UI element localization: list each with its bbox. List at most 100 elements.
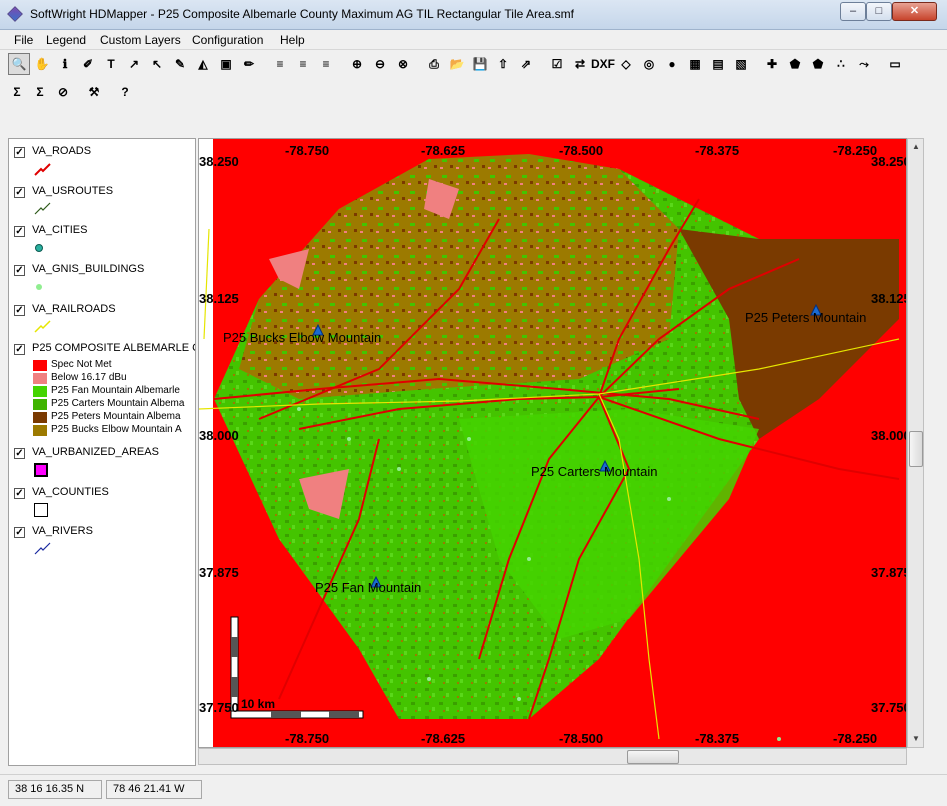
draw-region-icon[interactable]: ▣ [215, 53, 237, 75]
class-label: P25 Peters Mountain Albema [51, 411, 181, 422]
road-line-icon [34, 163, 51, 176]
layer-label: VA_URBANIZED_AREAS [32, 446, 159, 458]
checklist-icon[interactable]: ☑ [546, 53, 568, 75]
status-bar: 38 16 16.35 N 78 46 21.41 W [0, 774, 947, 806]
color-swatch [33, 412, 47, 423]
export-arrow-icon[interactable]: ⇗ [515, 53, 537, 75]
site-label-bucks-elbow[interactable]: P25 Bucks Elbow Mountain [223, 330, 381, 345]
class-label: P25 Fan Mountain Albemarle [51, 385, 180, 396]
open-folder-icon[interactable]: 📂 [446, 53, 468, 75]
lat-label-left: 38.000 [199, 428, 239, 443]
select-arrow-icon[interactable]: ↖ [146, 53, 168, 75]
scale-bar-label: 10 km [241, 697, 276, 711]
layer-stack-icon[interactable]: ⬟ [784, 53, 806, 75]
display-icon[interactable]: ▤ [707, 53, 729, 75]
layer-stack-alt-icon[interactable]: ⬟ [807, 53, 829, 75]
sum-edit-icon[interactable]: Σ [29, 81, 51, 103]
palette-grid-icon[interactable]: ▦ [684, 53, 706, 75]
window-title: SoftWright HDMapper - P25 Composite Albe… [30, 7, 574, 21]
resize-icon[interactable]: ↗ [123, 53, 145, 75]
zoom-tool-icon[interactable]: 🔍 [8, 53, 30, 75]
convert-icon[interactable]: ⇄ [569, 53, 591, 75]
print-icon[interactable]: ⎙ [423, 53, 445, 75]
color-swatch [33, 386, 47, 397]
layer-checkbox[interactable]: ✓ [14, 187, 25, 198]
menu-configuration[interactable]: Configuration [192, 33, 263, 47]
class-label: Below 16.17 dBu [51, 372, 127, 383]
close-button[interactable]: ✕ [892, 2, 937, 21]
color-swatch [33, 399, 47, 410]
layers-icon[interactable]: ≡ [269, 53, 291, 75]
zoom-out-icon[interactable]: ⊖ [369, 53, 391, 75]
maximize-button[interactable]: □ [866, 2, 892, 21]
add-layer-icon[interactable]: ✚ [761, 53, 783, 75]
lat-label-right: 38.125 [871, 291, 907, 306]
lon-label-bottom: -78.500 [559, 731, 604, 746]
pan-hand-icon[interactable]: ✋ [31, 53, 53, 75]
layer-checkbox[interactable]: ✓ [14, 305, 25, 316]
route-icon[interactable]: ⤳ [853, 53, 875, 75]
label-icon[interactable]: ✐ [77, 53, 99, 75]
dxf-icon[interactable]: DXF [591, 53, 615, 75]
layer-checkbox[interactable]: ✓ [14, 265, 25, 276]
compass-icon[interactable]: ◇ [615, 53, 637, 75]
layer-checkbox[interactable]: ✓ [14, 527, 25, 538]
zoom-cancel-icon[interactable]: ⊗ [392, 53, 414, 75]
layer-checkbox[interactable]: ✓ [14, 226, 25, 237]
app-icon[interactable] [7, 6, 23, 22]
menu-legend[interactable]: Legend [46, 33, 86, 47]
minimize-button[interactable]: – [840, 2, 866, 21]
scroll-down-icon[interactable]: ▼ [909, 732, 923, 746]
class-label: P25 Bucks Elbow Mountain A [51, 424, 182, 435]
profile-icon[interactable]: ◭ [192, 53, 214, 75]
map-horizontal-scrollbar[interactable] [198, 748, 907, 765]
color-swatch [33, 425, 47, 436]
lat-label-left: 38.125 [199, 291, 239, 306]
help-icon[interactable]: ? [114, 81, 136, 103]
menu-custom-layers[interactable]: Custom Layers [100, 33, 181, 47]
info-icon[interactable]: ℹ [54, 53, 76, 75]
lat-label-right: 38.000 [871, 428, 907, 443]
target-icon[interactable]: ◎ [638, 53, 660, 75]
pencil-icon[interactable]: ✏ [238, 53, 260, 75]
save-icon[interactable]: 💾 [469, 53, 491, 75]
wrench-icon[interactable]: ⚒ [83, 81, 105, 103]
layer-checkbox[interactable]: ✓ [14, 448, 25, 459]
export-icon[interactable]: ⇧ [492, 53, 514, 75]
filter-icon[interactable]: ⊘ [52, 81, 74, 103]
vertical-scroll-thumb[interactable] [909, 431, 923, 467]
lat-label-right: 38.250 [871, 154, 907, 169]
layer-checkbox[interactable]: ✓ [14, 488, 25, 499]
layer-checkbox[interactable]: ✓ [14, 344, 25, 355]
sum-icon[interactable]: Σ [6, 81, 28, 103]
window-icon[interactable]: ▭ [884, 53, 906, 75]
points-icon[interactable]: ∴ [830, 53, 852, 75]
lon-label-top: -78.500 [559, 143, 604, 158]
horizontal-scroll-thumb[interactable] [627, 750, 679, 764]
site-label-fan-mountain[interactable]: P25 Fan Mountain [315, 580, 421, 595]
lon-label-bottom: -78.750 [285, 731, 330, 746]
layers-edit-icon[interactable]: ≡ [292, 53, 314, 75]
site-label-peters-mountain[interactable]: P25 Peters Mountain [745, 310, 866, 325]
color-swatch [33, 360, 47, 371]
globe-icon[interactable]: ● [661, 53, 683, 75]
menu-help[interactable]: Help [280, 33, 305, 47]
layer-label: P25 COMPOSITE ALBEMARLE C [32, 342, 196, 354]
menu-file[interactable]: File [14, 33, 33, 47]
lon-label-bottom: -78.625 [421, 731, 466, 746]
map-edit-icon[interactable]: ▧ [730, 53, 752, 75]
layers-color-icon[interactable]: ≡ [315, 53, 337, 75]
lat-label-left: 38.250 [199, 154, 239, 169]
usroute-line-icon [34, 202, 51, 215]
map-vertical-scrollbar[interactable]: ▲ ▼ [907, 138, 924, 748]
legend-panel[interactable]: ✓ VA_ROADS ✓ VA_USROUTES ✓ VA_CITIES ✓ V… [8, 138, 196, 766]
layer-checkbox[interactable]: ✓ [14, 147, 25, 158]
site-label-carters-mountain[interactable]: P25 Carters Mountain [531, 464, 657, 479]
map-canvas[interactable]: -78.750 -78.625 -78.500 -78.375 -78.250 … [198, 138, 907, 748]
lat-label-left: 37.875 [199, 565, 239, 580]
text-tool-icon[interactable]: T [100, 53, 122, 75]
scroll-up-icon[interactable]: ▲ [909, 140, 923, 154]
class-label: Spec Not Met [51, 359, 112, 370]
point-select-icon[interactable]: ✎ [169, 53, 191, 75]
zoom-in-icon[interactable]: ⊕ [346, 53, 368, 75]
